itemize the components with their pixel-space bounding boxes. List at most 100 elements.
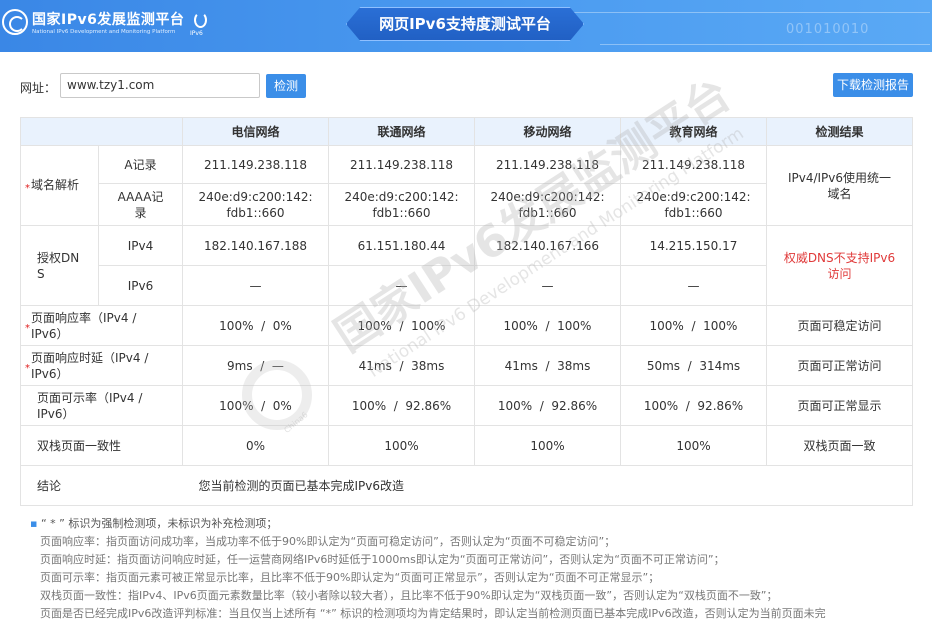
visible-mobile: 100% / 92.86% — [474, 385, 621, 426]
dns-ipv6-telecom: — — [182, 265, 329, 306]
table-row: 授权DNS IPv4 182.140.167.188 61.151.180.44… — [20, 225, 913, 306]
aaaa-record-telecom: 240e:d9:c200:142:fdb1::660 — [182, 183, 329, 226]
a-record-unicom: 211.149.238.118 — [328, 145, 475, 184]
dns-label: 授权DNS — [37, 250, 80, 281]
resp-rate-education: 100% / 100% — [620, 305, 767, 346]
conclusion-label: 结论 — [20, 465, 183, 506]
bullet-icon: ▪ — [30, 517, 41, 530]
header-mobile: 移动网络 — [474, 117, 621, 146]
note-line: 页面响应时延：指页面访问响应时延，任一运营商网络IPv6时延低于1000ms即认… — [40, 553, 725, 566]
aaaa-record-education: 240e:d9:c200:142:fdb1::660 — [620, 183, 767, 226]
aaaa-record-label-text: AAAA记录 — [117, 189, 164, 220]
dns-result: 权威DNS不支持IPv6访问 — [766, 225, 913, 306]
consistency-education: 100% — [620, 425, 767, 466]
dns-ipv4-telecom: 182.140.167.188 — [182, 225, 329, 266]
note-line: 页面可示率：指页面元素可被正常显示比率，且比率不低于90%即认定为“页面可正常显… — [40, 571, 660, 584]
required-star: * — [25, 363, 30, 374]
aaaa-record-mobile: 240e:d9:c200:142:fdb1::660 — [474, 183, 621, 226]
url-label: 网址： — [20, 81, 57, 95]
detect-button[interactable]: 检测 — [266, 74, 306, 98]
visible-result: 页面可正常显示 — [766, 385, 913, 426]
dns-ipv4-label: IPv4 — [98, 225, 183, 266]
delay-result: 页面可正常访问 — [766, 345, 913, 386]
notes-first-line: ▪ “ * ” 标识为强制检测项，未标识为补充检测项； — [30, 515, 910, 533]
aaaa-record-value: 240e:d9:c200:142:fdb1::660 — [198, 189, 313, 220]
notes-first-text: “ * ” 标识为强制检测项，未标识为补充检测项； — [40, 517, 278, 530]
resp-rate-unicom: 100% / 100% — [328, 305, 475, 346]
aaaa-record-unicom: 240e:d9:c200:142:fdb1::660 — [328, 183, 475, 226]
domain-label: 域名解析 — [31, 178, 80, 192]
dns-ipv6-mobile: — — [474, 265, 621, 306]
domain-label-cell: *域名解析 — [20, 145, 99, 226]
delay-telecom: 9ms / — — [182, 345, 329, 386]
header-unicom: 联通网络 — [328, 117, 475, 146]
visible-education: 100% / 92.86% — [620, 385, 767, 426]
download-report-button[interactable]: 下载检测报告 — [833, 73, 913, 97]
domain-result: IPv4/IPv6使用统一域名 — [766, 145, 913, 226]
table-header-row: 电信网络 联通网络 移动网络 教育网络 检测结果 — [20, 117, 913, 146]
visible-telecom: 100% / 0% — [182, 385, 329, 426]
required-star: * — [25, 182, 30, 194]
a-record-telecom: 211.149.238.118 — [182, 145, 329, 184]
delay-education: 50ms / 314ms — [620, 345, 767, 386]
resp-rate-telecom: 100% / 0% — [182, 305, 329, 346]
aaaa-record-label: AAAA记录 — [98, 183, 183, 226]
header-decor-line — [600, 44, 930, 45]
dns-result-text: 权威DNS不支持IPv6访问 — [783, 250, 896, 281]
note-line: 双栈页面一致性：指IPv4、IPv6页面元素数量比率（较小者除以较大者），且比率… — [40, 589, 778, 602]
header-telecom: 电信网络 — [182, 117, 329, 146]
visible-label: 页面可示率（IPv4 / IPv6） — [37, 390, 143, 421]
delay-label: 页面响应时延（IPv4 / IPv6） — [31, 350, 149, 381]
domain-result-text: IPv4/IPv6使用统一域名 — [787, 170, 892, 201]
consistency-mobile: 100% — [474, 425, 621, 466]
header-result: 检测结果 — [766, 117, 913, 146]
header-education: 教育网络 — [620, 117, 767, 146]
resp-rate-label-cell: *页面响应率（IPv4 / IPv6） — [20, 305, 183, 346]
consistency-telecom: 0% — [182, 425, 329, 466]
consistency-unicom: 100% — [328, 425, 475, 466]
consistency-label: 双栈页面一致性 — [20, 425, 183, 466]
required-star: * — [25, 323, 30, 334]
delay-mobile: 41ms / 38ms — [474, 345, 621, 386]
dns-label-cell: 授权DNS — [20, 225, 99, 306]
resp-rate-result: 页面可稳定访问 — [766, 305, 913, 346]
aaaa-record-value: 240e:d9:c200:142:fdb1::660 — [344, 189, 459, 220]
table-row: 双栈页面一致性 0% 100% 100% 100% 双栈页面一致 — [20, 425, 913, 466]
resp-rate-mobile: 100% / 100% — [474, 305, 621, 346]
a-record-label: A记录 — [98, 145, 183, 184]
conclusion-text: 您当前检测的页面已基本完成IPv6改造 — [182, 465, 913, 506]
visible-label-cell: 页面可示率（IPv4 / IPv6） — [20, 385, 183, 426]
a-record-mobile: 211.149.238.118 — [474, 145, 621, 184]
a-record-education: 211.149.238.118 — [620, 145, 767, 184]
dns-ipv6-label: IPv6 — [98, 265, 183, 306]
consistency-result: 双栈页面一致 — [766, 425, 913, 466]
table-row: 结论 您当前检测的页面已基本完成IPv6改造 — [20, 465, 913, 506]
binary-decoration: 001010010 — [786, 22, 870, 37]
resp-rate-label: 页面响应率（IPv4 / IPv6） — [31, 310, 137, 341]
dns-ipv4-education: 14.215.150.17 — [620, 225, 767, 266]
platform-title: 国家IPv6发展监测平台 — [32, 12, 185, 28]
ipv6-logo-text: IPv6 — [190, 30, 203, 37]
visible-unicom: 100% / 92.86% — [328, 385, 475, 426]
header-blank — [20, 117, 183, 146]
table-row: *页面响应时延（IPv4 / IPv6） 9ms / — 41ms / 38ms… — [20, 345, 913, 386]
dns-ipv6-education: — — [620, 265, 767, 306]
url-input[interactable]: www.tzy1.com — [60, 73, 260, 98]
page-title: 网页IPv6支持度测试平台 — [379, 15, 551, 33]
table-row: *页面响应率（IPv4 / IPv6） 100% / 0% 100% / 100… — [20, 305, 913, 346]
delay-label-cell: *页面响应时延（IPv4 / IPv6） — [20, 345, 183, 386]
notes-section: ▪ “ * ” 标识为强制检测项，未标识为补充检测项； 页面响应率：指页面访问成… — [30, 515, 910, 623]
platform-subtitle: National IPv6 Development and Monitoring… — [32, 29, 176, 35]
table-row: *域名解析 A记录 211.149.238.118 211.149.238.11… — [20, 145, 913, 226]
dns-ipv6-unicom: — — [328, 265, 475, 306]
aaaa-record-value: 240e:d9:c200:142:fdb1::660 — [636, 189, 751, 220]
table-row: 页面可示率（IPv4 / IPv6） 100% / 0% 100% / 92.8… — [20, 385, 913, 426]
results-table: 电信网络 联通网络 移动网络 教育网络 检测结果 *域名解析 A记录 211.1… — [20, 117, 913, 506]
ipv6-logo-icon: IPv6 — [190, 10, 210, 42]
dns-ipv4-unicom: 61.151.180.44 — [328, 225, 475, 266]
delay-unicom: 41ms / 38ms — [328, 345, 475, 386]
top-header: 国家IPv6发展监测平台 National IPv6 Development a… — [0, 0, 932, 52]
aaaa-record-value: 240e:d9:c200:142:fdb1::660 — [490, 189, 605, 220]
note-line: 页面是否已经完成IPv6改造评判标准：当且仅当上述所有 “*” 标识的检测项均为… — [40, 607, 826, 620]
header-decor-line — [560, 12, 930, 13]
